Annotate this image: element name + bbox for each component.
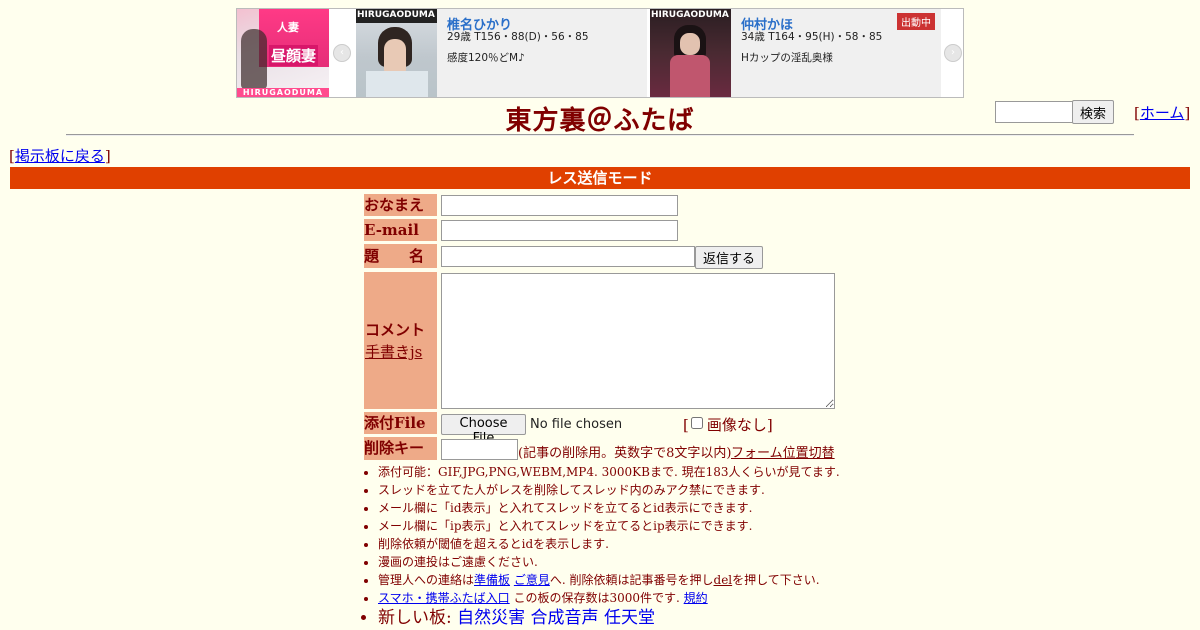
ad-photo-1[interactable]: HIRUGAODUMA: [356, 9, 437, 97]
subject-label: 題 名: [364, 244, 437, 268]
back-link-wrapper: [掲示板に戻る]: [9, 147, 111, 165]
new-boards-label: 新しい板:: [378, 608, 458, 628]
note-text: へ. 削除依頼は記事番号を押し: [549, 573, 714, 587]
ad-card-1-stats: 29歳 T156・88(D)・56・85: [447, 31, 589, 43]
list-item: メール欄に「ip表示」と入れてスレッドを立てるとip表示にできます.: [378, 517, 898, 535]
email-label: E-mail: [364, 219, 437, 241]
delete-key-note: (記事の削除用。英数字で8文字以内): [518, 446, 732, 461]
reply-mode-bar: レス送信モード: [10, 167, 1190, 189]
comment-label: コメント: [365, 321, 426, 339]
ad-card-2-status-badge: 出動中: [897, 13, 935, 30]
del-link[interactable]: del: [714, 573, 733, 587]
ad-photo-2-logo: HIRUGAODUMA: [651, 10, 729, 20]
note-text: この板の保存数は3000件です.: [509, 591, 680, 605]
ad-thumbnail-left[interactable]: 昼顔妻 人妻 HIRUGAODUMA: [237, 9, 329, 97]
list-item: 漫画の連投はご遠慮ください.: [378, 553, 898, 571]
submit-reply-button[interactable]: 返信する: [695, 246, 763, 269]
ad-banner[interactable]: 昼顔妻 人妻 HIRUGAODUMA ‹ HIRUGAODUMA 椎名ひかり 2…: [236, 8, 964, 98]
subject-field[interactable]: [441, 246, 695, 267]
list-item: メール欄に「id表示」と入れてスレッドを立てるとid表示にできます.: [378, 499, 898, 517]
ad-thumb-text-2: 人妻: [277, 21, 299, 34]
ad-card-1-desc: 感度120％どM♪: [447, 52, 525, 64]
name-field[interactable]: [441, 195, 678, 216]
search-input[interactable]: [995, 101, 1075, 123]
choose-file-button[interactable]: Choose File: [441, 414, 526, 446]
header-divider: [66, 134, 1134, 136]
ad-card-1[interactable]: 椎名ひかり 29歳 T156・88(D)・56・85 感度120％どM♪: [437, 9, 647, 97]
comment-textarea[interactable]: [441, 273, 835, 409]
file-label: 添付File: [364, 412, 437, 434]
list-item: 添付可能：GIF,JPG,PNG,WEBM,MP4. 3000KBまで. 現在1…: [378, 463, 898, 481]
no-image-checkbox[interactable]: [690, 417, 703, 429]
junbi-board-link[interactable]: 準備板: [474, 573, 510, 587]
ad-photo-1-logo: HIRUGAODUMA: [357, 10, 435, 20]
ad-prev-arrow-icon[interactable]: ‹: [333, 44, 351, 62]
list-item: スレッドを立てた人がレスを削除してスレッド内のみアク禁にできます.: [378, 481, 898, 499]
board-link-nintendo[interactable]: 任天堂: [604, 608, 655, 628]
ad-next-arrow-icon[interactable]: ›: [944, 44, 962, 62]
ad-thumb-text: 昼顔妻: [269, 45, 319, 66]
email-field[interactable]: [441, 220, 678, 241]
list-item: スマホ・携帯ふたば入口 この板の保存数は3000件です. 規約: [378, 589, 898, 607]
ad-card-2-desc: Hカップの淫乱奥様: [741, 52, 833, 64]
mobile-entrance-link[interactable]: スマホ・携帯ふたば入口: [378, 591, 510, 605]
list-item: 削除依頼が閾値を超えるとidを表示します.: [378, 535, 898, 553]
list-item: 管理人への連絡は準備板 ご意見へ. 削除依頼は記事番号を押しdelを押して下さい…: [378, 571, 898, 589]
no-image-option: [画像なし]: [683, 416, 773, 434]
ad-card-2-stats: 34歳 T164・95(H)・58・85: [741, 31, 883, 43]
ad-card-2[interactable]: 仲村かほ 出動中 34歳 T164・95(H)・58・85 Hカップの淫乱奥様: [731, 9, 941, 97]
file-status: No file chosen: [530, 417, 623, 432]
search-button[interactable]: 検索: [1072, 100, 1114, 124]
name-label: おなまえ: [364, 194, 437, 216]
list-item: 新しい板: 自然災害 合成音声 任天堂: [378, 607, 898, 629]
feedback-link[interactable]: ご意見: [514, 573, 550, 587]
delete-key-field[interactable]: [441, 439, 518, 460]
delete-key-label: 削除キー: [364, 437, 437, 460]
note-text: を押して下さい.: [732, 573, 820, 587]
board-notes-list: 添付可能：GIF,JPG,PNG,WEBM,MP4. 3000KBまで. 現在1…: [358, 463, 898, 629]
note-text: 管理人への連絡は: [378, 573, 475, 587]
ad-thumb-logo: HIRUGAODUMA: [237, 88, 329, 97]
home-link-wrapper: [ホーム]: [1134, 104, 1191, 122]
back-to-board-link[interactable]: 掲示板に戻る: [15, 147, 105, 165]
rules-link[interactable]: 規約: [684, 591, 708, 605]
ad-photo-2[interactable]: HIRUGAODUMA: [650, 9, 731, 97]
no-image-label: 画像なし: [706, 416, 767, 434]
comment-label-cell: コメント 手書きjs: [364, 272, 437, 409]
handwrite-js-link[interactable]: 手書きjs: [365, 341, 422, 362]
home-link[interactable]: ホーム: [1140, 104, 1185, 122]
board-link-synth-voice[interactable]: 合成音声: [531, 608, 599, 628]
board-link-natural-disaster[interactable]: 自然災害: [457, 608, 525, 628]
toggle-form-position-link[interactable]: フォーム位置切替: [731, 442, 835, 461]
